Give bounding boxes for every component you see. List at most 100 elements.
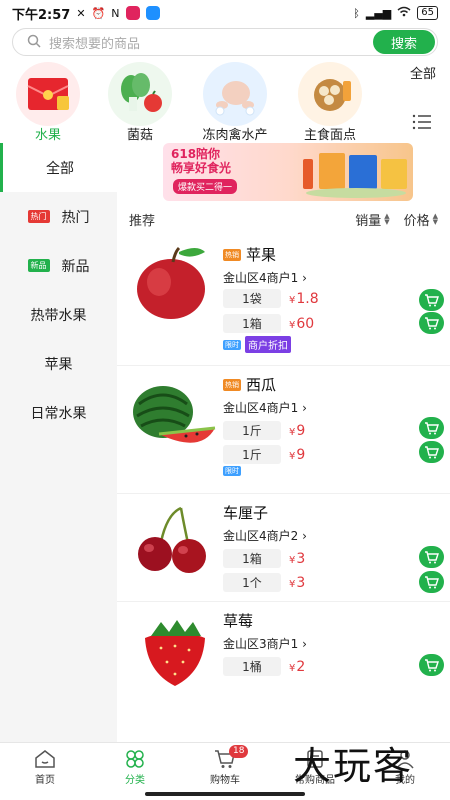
red-envelope-icon <box>16 62 80 126</box>
sidebar-item-new[interactable]: 新品 新品 <box>0 241 117 290</box>
merchant-link[interactable]: 金山区4商户1 › <box>223 399 307 416</box>
nav-label: 购物车 <box>210 775 240 786</box>
cart-icon <box>425 421 439 434</box>
category-staple-food[interactable]: 主食面点 <box>285 62 375 143</box>
sidebar-item-all[interactable]: 全部 <box>0 143 117 192</box>
category-icon <box>126 750 144 768</box>
sort-by-price[interactable]: 价格 ▲ ▼ <box>404 210 438 229</box>
product-name: 热销 苹果 <box>223 246 277 264</box>
product-card[interactable]: 草莓 金山区3商户1 › 1桶 ¥2 <box>117 602 450 742</box>
category-label: 主食面点 <box>303 128 356 143</box>
subcategory-sidebar: 全部 热门 热门 新品 新品 热带水果 苹果 日常水果 <box>0 143 117 743</box>
limited-time-tag: 限时 <box>223 339 241 350</box>
sort-recommend[interactable]: 推荐 <box>129 210 341 229</box>
sku-price: ¥1.8 <box>289 290 319 307</box>
product-name: 车厘子 <box>223 504 269 522</box>
wifi-icon <box>397 6 411 20</box>
search-input[interactable]: 搜索想要的商品 <box>49 33 373 52</box>
sku-unit: 1箱 <box>223 549 281 568</box>
category-fruit[interactable]: 水果 <box>3 62 93 143</box>
status-notification-icons: ✕ ⏰ N <box>76 6 160 20</box>
chevron-right-icon: › <box>302 637 307 651</box>
sku-unit: 1箱 <box>223 314 281 333</box>
product-card[interactable]: 热销 苹果 金山区4商户1 › 1袋 ¥1.8 1箱 ¥60 限时 商户折扣 <box>117 236 450 366</box>
category-label: 菌菇 <box>126 128 153 143</box>
sku-row: 1桶 ¥2 <box>223 657 305 676</box>
sidebar-item-tropical-fruit[interactable]: 热带水果 <box>0 290 117 339</box>
add-to-cart-button[interactable] <box>419 441 444 463</box>
all-categories-button[interactable]: 全部 <box>408 66 438 84</box>
nfc-icon: N <box>111 6 120 20</box>
banner-products-image <box>303 153 407 198</box>
sidebar-item-label: 日常水果 <box>30 405 87 422</box>
sku-unit: 1桶 <box>223 657 281 676</box>
cherry-image <box>138 506 206 573</box>
sidebar-item-label: 热带水果 <box>30 307 87 324</box>
app-notification-icon <box>125 6 140 20</box>
product-name: 草莓 <box>223 612 254 630</box>
banner-title: 618陪你 畅享好食光 <box>171 147 232 175</box>
add-to-cart-button[interactable] <box>419 417 444 439</box>
mute-icon: ✕ <box>76 6 86 20</box>
sku-row: 1个 ¥3 <box>223 573 305 592</box>
product-card[interactable]: 热销 西瓜 金山区4商户1 › 1斤 ¥9 1斤 ¥9 限时 <box>117 366 450 494</box>
watermelon-image <box>133 386 216 443</box>
sidebar-item-apple[interactable]: 苹果 <box>0 339 117 388</box>
nav-label: 分类 <box>125 775 145 786</box>
limited-time-tag: 限时 <box>223 466 241 476</box>
strawberry-image <box>145 620 205 686</box>
add-to-cart-button[interactable] <box>419 289 444 311</box>
sku-row: 1箱 ¥60 <box>223 314 314 333</box>
search-button[interactable]: 搜索 <box>373 30 435 54</box>
banner-subtitle: 爆款买二得一 <box>173 179 238 194</box>
sku-price: ¥3 <box>289 550 306 567</box>
cart-icon <box>425 293 439 306</box>
chicken-icon <box>203 62 267 126</box>
sort-arrows-icon: ▲ ▼ <box>432 212 438 226</box>
sort-price-label: 价格 <box>403 213 430 229</box>
merchant-link[interactable]: 金山区3商户1 › <box>223 635 307 652</box>
signal-icon: ▂▄▆ <box>365 6 392 20</box>
sidebar-item-label: 新品 <box>61 258 90 275</box>
sort-sales-label: 销量 <box>355 213 382 229</box>
hot-badge-icon: 热门 <box>27 210 50 223</box>
chevron-right-icon: › <box>302 271 307 285</box>
sort-filter-bar: 推荐 销量 ▲ ▼ 价格 ▲ ▼ <box>117 202 450 236</box>
sku-price: ¥60 <box>289 315 315 332</box>
merchant-link[interactable]: 金山区4商户1 › <box>223 269 307 286</box>
cart-icon <box>425 445 439 458</box>
sku-unit: 1个 <box>223 573 281 592</box>
sort-arrows-icon: ▲ ▼ <box>384 212 390 226</box>
product-card[interactable]: 车厘子 金山区4商户2 › 1箱 ¥3 1个 ¥3 <box>117 494 450 602</box>
merchant-discount-tag: 商户折扣 <box>245 336 291 353</box>
sku-price: ¥2 <box>289 658 306 675</box>
product-tags: 限时 <box>223 466 241 476</box>
list-view-icon[interactable] <box>412 114 432 134</box>
add-to-cart-button[interactable] <box>419 571 444 593</box>
cart-count-badge: 18 <box>229 745 249 758</box>
search-icon <box>27 33 41 52</box>
sku-row: 1斤 ¥9 <box>223 445 305 464</box>
category-mushroom[interactable]: 菌菇 <box>95 62 185 143</box>
home-indicator[interactable] <box>145 792 305 796</box>
sku-row: 1箱 ¥3 <box>223 549 305 568</box>
nav-label: 首页 <box>35 775 55 786</box>
promo-banner[interactable]: 618陪你 畅享好食光 爆款买二得一 <box>163 143 413 201</box>
add-to-cart-button[interactable] <box>419 312 444 334</box>
search-bar[interactable]: 搜索想要的商品 搜索 <box>12 28 438 56</box>
sidebar-item-daily-fruit[interactable]: 日常水果 <box>0 388 117 437</box>
bluetooth-icon: ᛒ <box>353 6 360 20</box>
sidebar-item-hot[interactable]: 热门 热门 <box>0 192 117 241</box>
merchant-link[interactable]: 金山区4商户2 › <box>223 527 307 544</box>
category-row: 水果 菌菇 冻肉禽水产 主食面点 <box>0 62 450 143</box>
sort-by-sales[interactable]: 销量 ▲ ▼ <box>355 210 389 229</box>
add-to-cart-button[interactable] <box>419 654 444 676</box>
battery-indicator: 65 <box>417 6 438 20</box>
watermark-logo: 大玩客 <box>293 744 414 788</box>
chevron-right-icon: › <box>302 401 307 415</box>
category-frozen-meat[interactable]: 冻肉禽水产 <box>190 62 280 143</box>
nav-home[interactable]: 首页 <box>0 743 90 800</box>
sku-price: ¥9 <box>289 422 306 439</box>
cart-icon <box>425 316 439 329</box>
add-to-cart-button[interactable] <box>419 546 444 568</box>
